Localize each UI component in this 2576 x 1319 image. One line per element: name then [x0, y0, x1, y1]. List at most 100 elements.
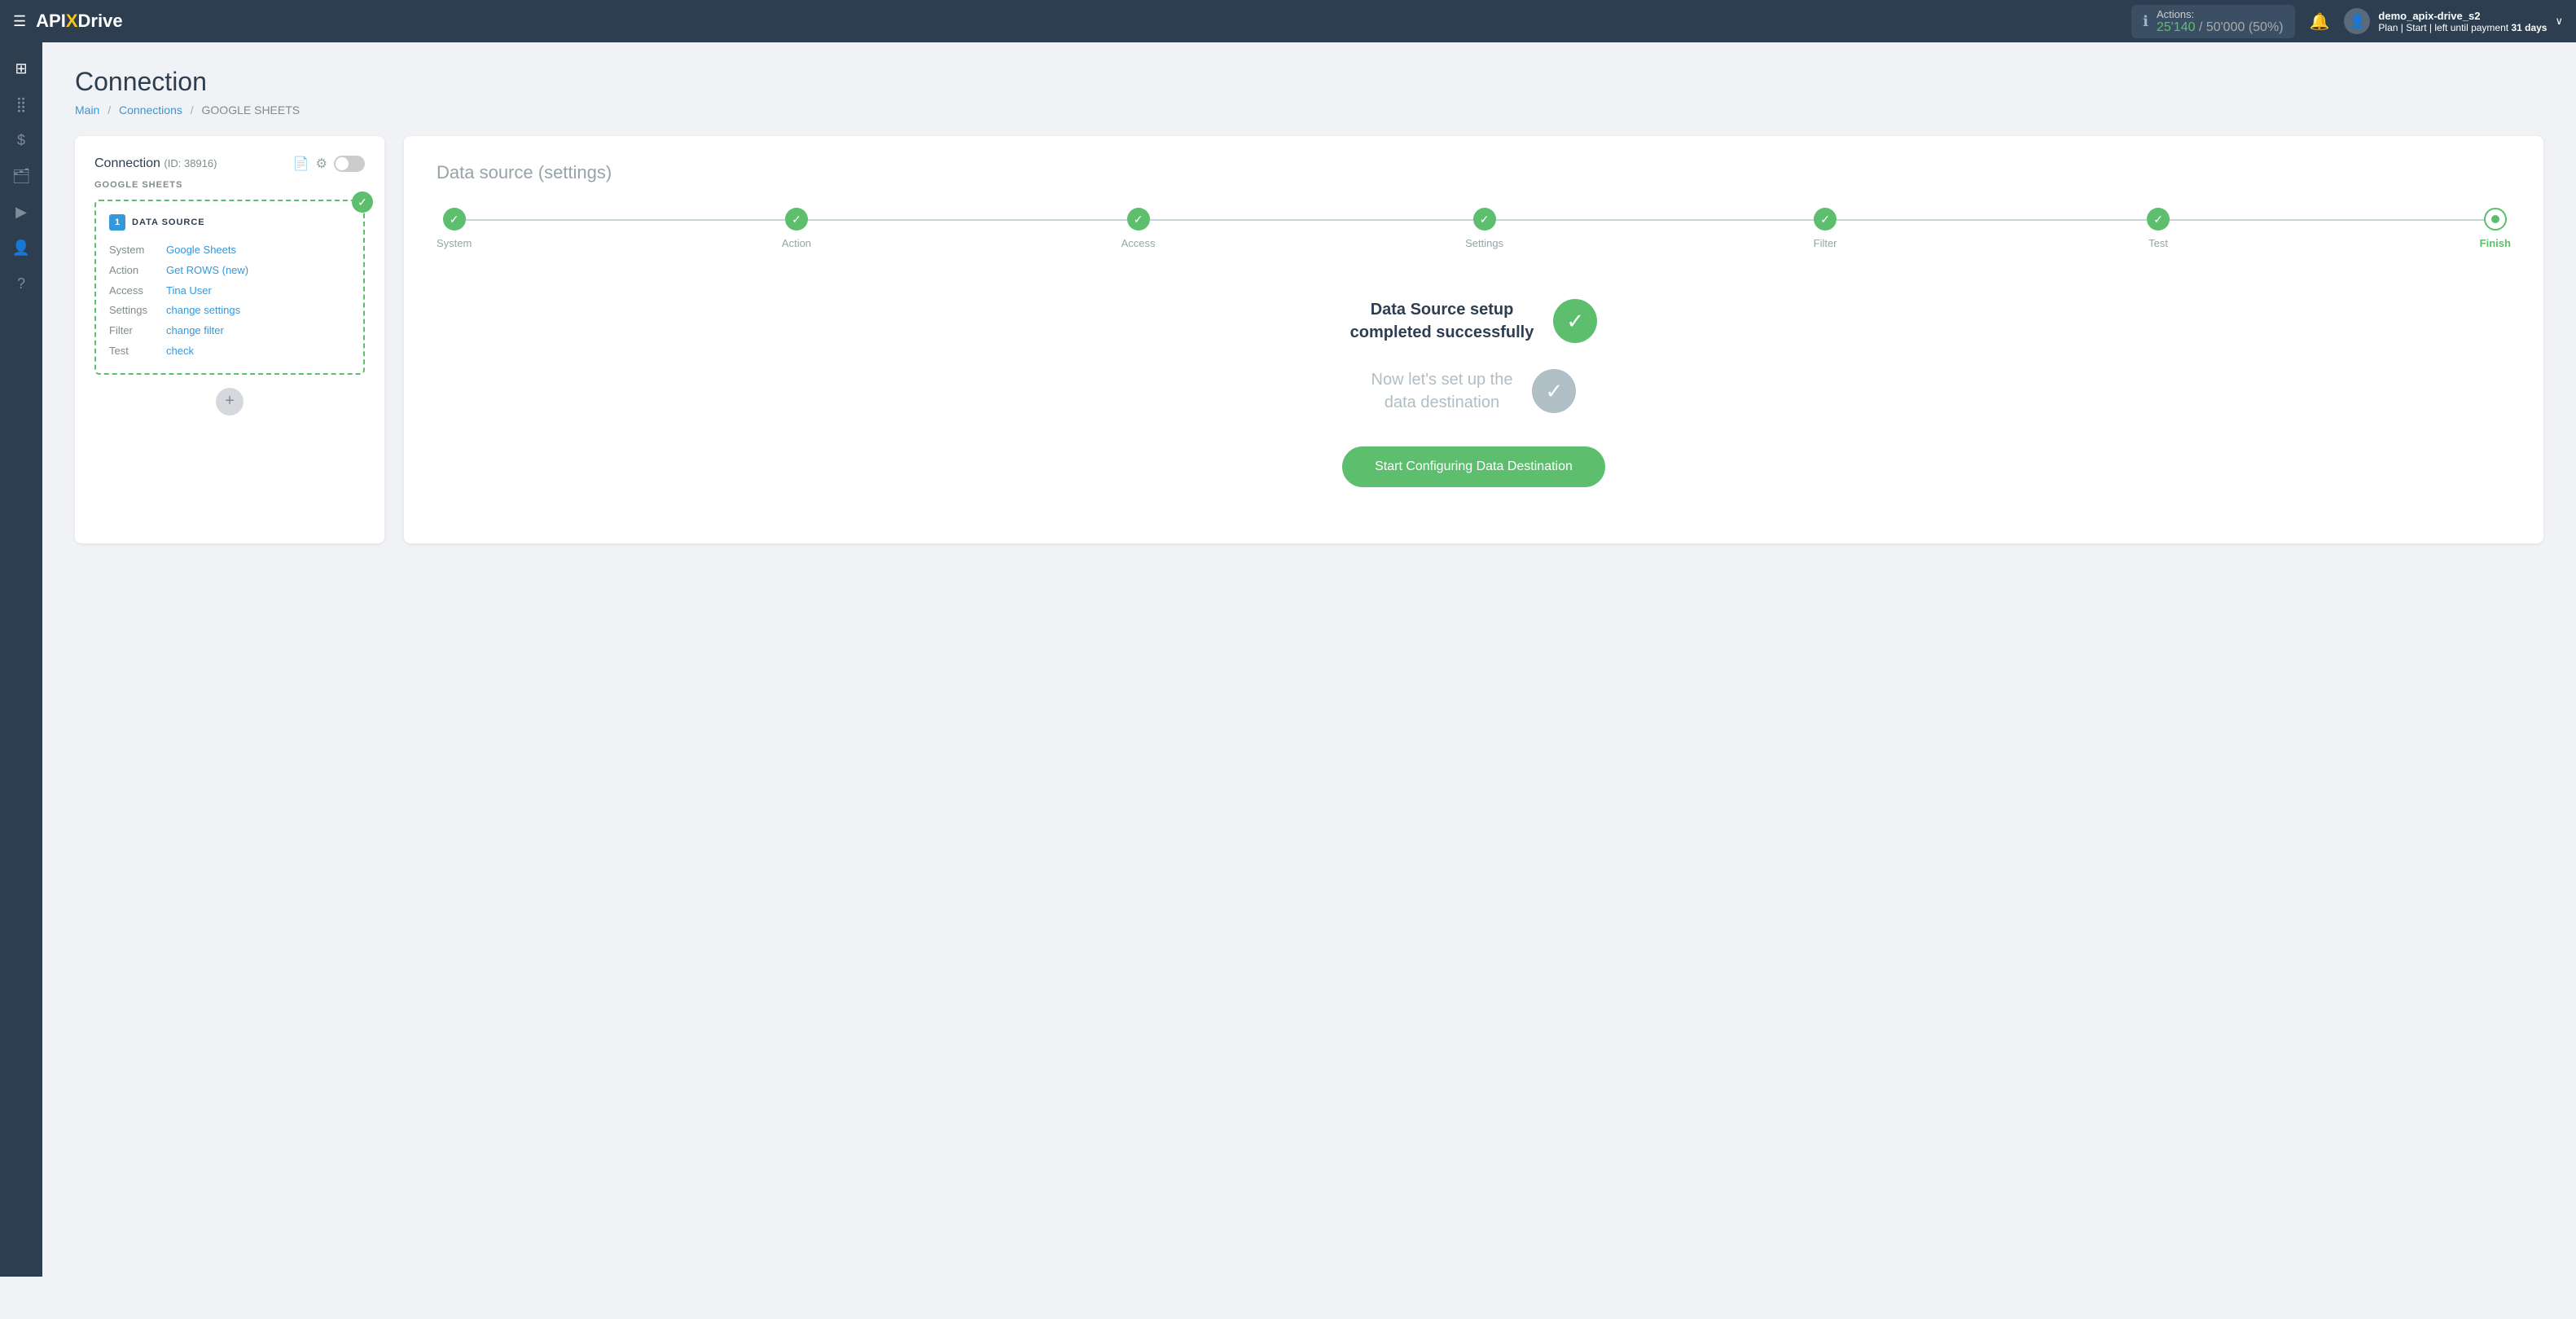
- row-key-system: System: [109, 242, 166, 259]
- step-filter: ✓ Filter: [1814, 208, 1837, 249]
- success-area: Data Source setupcompleted successfully …: [437, 298, 2511, 487]
- success-row-secondary: Now let's set up thedata destination ✓: [1371, 368, 1577, 414]
- sidebar-item-profile[interactable]: 👤: [5, 231, 37, 264]
- actions-label: Actions:: [2157, 8, 2284, 20]
- sidebar-item-billing[interactable]: $: [5, 124, 37, 156]
- step-label-test: Test: [2148, 237, 2168, 249]
- breadcrumb-sep1: /: [108, 103, 111, 117]
- sidebar-item-run[interactable]: ▶: [5, 196, 37, 228]
- datasource-header: 1 DATA SOURCE: [109, 214, 350, 231]
- step-label-finish: Finish: [2480, 237, 2511, 249]
- logo: APIXDrive: [36, 11, 122, 32]
- steps-row: ✓ System ✓ Action ✓ Access ✓ Settings ✓: [437, 208, 2511, 249]
- step-circle-action: ✓: [785, 208, 808, 231]
- user-menu[interactable]: 👤 demo_apix-drive_s2 Plan | Start | left…: [2344, 8, 2563, 34]
- table-row: Settings change settings: [109, 302, 350, 319]
- step-test: ✓ Test: [2147, 208, 2170, 249]
- add-button[interactable]: +: [216, 388, 244, 415]
- user-info: demo_apix-drive_s2 Plan | Start | left u…: [2378, 10, 2547, 33]
- step-label-system: System: [437, 237, 472, 249]
- card-right-title: Data source (settings): [437, 162, 2511, 183]
- row-key-access: Access: [109, 283, 166, 300]
- step-system: ✓ System: [437, 208, 472, 249]
- step-circle-settings: ✓: [1473, 208, 1496, 231]
- toggle-switch[interactable]: [334, 156, 365, 172]
- datasource-box: ✓ 1 DATA SOURCE System Google Sheets Act…: [94, 200, 365, 375]
- step-access: ✓ Access: [1121, 208, 1156, 249]
- card-left-title: Connection (ID: 38916): [94, 156, 217, 171]
- datasource-rows: System Google Sheets Action Get ROWS (ne…: [109, 242, 350, 360]
- success-text-secondary: Now let's set up thedata destination: [1371, 368, 1513, 414]
- card-left-icons: 📄 ⚙: [293, 156, 365, 172]
- step-label-settings: Settings: [1465, 237, 1503, 249]
- main-content: Connection Main / Connections / GOOGLE S…: [42, 42, 2576, 1277]
- start-configuring-button[interactable]: Start Configuring Data Destination: [1342, 446, 1605, 487]
- row-key-test: Test: [109, 343, 166, 360]
- row-val-action[interactable]: Get ROWS (new): [166, 262, 248, 279]
- row-val-access[interactable]: Tina User: [166, 283, 212, 300]
- datasource-label: DATA SOURCE: [132, 218, 205, 227]
- step-label-action: Action: [782, 237, 811, 249]
- step-circle-filter: ✓: [1814, 208, 1837, 231]
- success-check-gray-icon: ✓: [1532, 369, 1576, 413]
- step-settings: ✓ Settings: [1465, 208, 1503, 249]
- sidebar-item-dashboard[interactable]: ⣿: [5, 88, 37, 121]
- success-text-primary: Data Source setupcompleted successfully: [1350, 298, 1534, 344]
- navbar: ☰ APIXDrive ℹ Actions: 25'140 / 50'000 (…: [0, 0, 2576, 42]
- menu-icon[interactable]: ☰: [13, 13, 26, 30]
- step-label-filter: Filter: [1814, 237, 1837, 249]
- table-row: Action Get ROWS (new): [109, 262, 350, 279]
- datasource-num: 1: [109, 214, 125, 231]
- user-name: demo_apix-drive_s2: [2378, 10, 2547, 22]
- cards-row: Connection (ID: 38916) 📄 ⚙ GOOGLE SHEETS…: [75, 136, 2543, 543]
- step-circle-finish: [2484, 208, 2507, 231]
- breadcrumb-connections[interactable]: Connections: [119, 103, 182, 117]
- actions-info: Actions: 25'140 / 50'000 (50%): [2157, 8, 2284, 35]
- breadcrumb: Main / Connections / GOOGLE SHEETS: [75, 103, 2543, 117]
- step-action: ✓ Action: [782, 208, 811, 249]
- table-row: System Google Sheets: [109, 242, 350, 259]
- sidebar-item-home[interactable]: ⊞: [5, 52, 37, 85]
- sidebar: ⊞ ⣿ $ 🗂 ▶ 👤 ?: [0, 42, 42, 1277]
- gear-icon[interactable]: ⚙: [316, 156, 327, 172]
- step-finish: Finish: [2480, 208, 2511, 249]
- success-check-green-icon: ✓: [1553, 299, 1597, 343]
- bell-icon[interactable]: 🔔: [2310, 11, 2330, 32]
- user-avatar: 👤: [2344, 8, 2370, 34]
- left-card: Connection (ID: 38916) 📄 ⚙ GOOGLE SHEETS…: [75, 136, 384, 543]
- breadcrumb-current: GOOGLE SHEETS: [202, 103, 301, 117]
- actions-total: / 50'000 (50%): [2199, 20, 2284, 34]
- row-key-settings: Settings: [109, 302, 166, 319]
- user-plan: Plan | Start | left until payment 31 day…: [2378, 22, 2547, 33]
- card-left-header: Connection (ID: 38916) 📄 ⚙: [94, 156, 365, 172]
- page-title: Connection: [75, 67, 2543, 97]
- table-row: Filter change filter: [109, 323, 350, 340]
- row-key-action: Action: [109, 262, 166, 279]
- info-icon: ℹ: [2143, 13, 2148, 30]
- doc-icon[interactable]: 📄: [293, 156, 309, 172]
- chevron-down-icon: ∨: [2555, 15, 2563, 28]
- row-val-system[interactable]: Google Sheets: [166, 242, 236, 259]
- card-subtitle: GOOGLE SHEETS: [94, 180, 365, 190]
- breadcrumb-sep2: /: [191, 103, 194, 117]
- datasource-check-icon: ✓: [352, 191, 373, 213]
- step-circle-test: ✓: [2147, 208, 2170, 231]
- row-val-settings[interactable]: change settings: [166, 302, 240, 319]
- logo-text: APIXDrive: [36, 11, 122, 32]
- row-val-filter[interactable]: change filter: [166, 323, 224, 340]
- actions-counts: 25'140 / 50'000 (50%): [2157, 20, 2284, 35]
- row-key-filter: Filter: [109, 323, 166, 340]
- right-card: Data source (settings) ✓ System ✓ Action…: [404, 136, 2543, 543]
- row-val-test[interactable]: check: [166, 343, 194, 360]
- success-row-primary: Data Source setupcompleted successfully …: [1350, 298, 1598, 344]
- sidebar-item-help[interactable]: ?: [5, 267, 37, 300]
- sidebar-item-connections[interactable]: 🗂: [5, 160, 37, 192]
- actions-used: 25'140: [2157, 20, 2196, 34]
- step-circle-access: ✓: [1127, 208, 1150, 231]
- table-row: Test check: [109, 343, 350, 360]
- table-row: Access Tina User: [109, 283, 350, 300]
- breadcrumb-main[interactable]: Main: [75, 103, 99, 117]
- step-circle-system: ✓: [443, 208, 466, 231]
- step-label-access: Access: [1121, 237, 1156, 249]
- actions-box[interactable]: ℹ Actions: 25'140 / 50'000 (50%): [2131, 5, 2294, 38]
